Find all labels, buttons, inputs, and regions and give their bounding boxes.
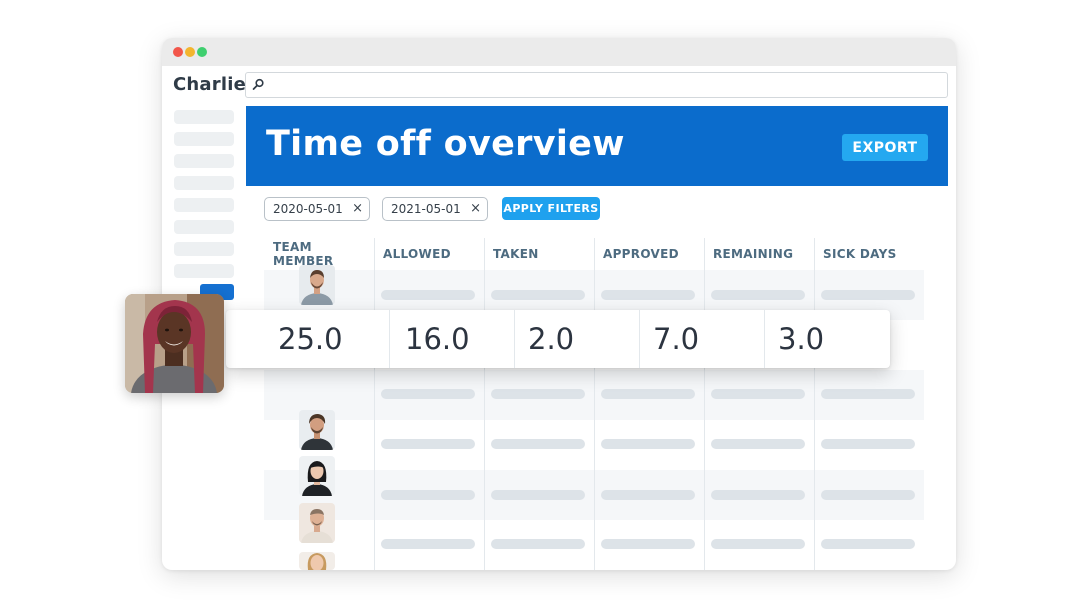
sidebar-item[interactable] bbox=[174, 132, 234, 146]
placeholder-bar bbox=[491, 290, 585, 300]
close-icon[interactable]: × bbox=[352, 201, 363, 216]
avatar bbox=[299, 503, 335, 543]
start-date-filter[interactable]: 2020-05-01 × bbox=[264, 197, 370, 221]
export-button[interactable]: EXPORT bbox=[842, 134, 928, 161]
placeholder-bar bbox=[491, 490, 585, 500]
window-titlebar bbox=[162, 38, 956, 66]
avatar bbox=[299, 456, 335, 496]
column-header-allowed[interactable]: ALLOWED bbox=[374, 238, 484, 270]
placeholder-bar bbox=[491, 389, 585, 399]
close-icon[interactable]: × bbox=[470, 201, 481, 216]
placeholder-bar bbox=[381, 490, 475, 500]
sick-days-value: 3.0 bbox=[778, 322, 825, 356]
sidebar-item[interactable] bbox=[174, 220, 234, 234]
maximize-window-dot[interactable] bbox=[197, 47, 207, 57]
avatar bbox=[299, 552, 335, 570]
page-title: Time off overview bbox=[266, 124, 625, 164]
placeholder-bar bbox=[381, 290, 475, 300]
app-logo: Charlie bbox=[173, 74, 246, 95]
column-header-sick-days[interactable]: SICK DAYS bbox=[814, 238, 924, 270]
column-divider bbox=[594, 238, 595, 570]
avatar-highlighted bbox=[125, 294, 224, 393]
placeholder-bar bbox=[711, 539, 805, 549]
taken-value: 16.0 bbox=[405, 322, 470, 356]
placeholder-bar bbox=[821, 439, 915, 449]
column-divider bbox=[814, 238, 815, 570]
placeholder-bar bbox=[491, 439, 585, 449]
placeholder-bar bbox=[821, 290, 915, 300]
placeholder-bar bbox=[381, 389, 475, 399]
column-header-taken[interactable]: TAKEN bbox=[484, 238, 594, 270]
avatar bbox=[299, 265, 335, 305]
sidebar-item[interactable] bbox=[174, 198, 234, 212]
column-header-remaining[interactable]: REMAINING bbox=[704, 238, 814, 270]
close-window-dot[interactable] bbox=[173, 47, 183, 57]
placeholder-bar bbox=[711, 389, 805, 399]
approved-value: 2.0 bbox=[528, 322, 575, 356]
placeholder-bar bbox=[821, 389, 915, 399]
placeholder-bar bbox=[601, 490, 695, 500]
placeholder-bar bbox=[821, 539, 915, 549]
apply-filters-button[interactable]: APPLY FILTERS bbox=[502, 197, 600, 220]
cell-divider bbox=[389, 310, 390, 368]
end-date-value: 2021-05-01 bbox=[391, 202, 461, 216]
column-divider bbox=[374, 238, 375, 570]
column-header-approved[interactable]: APPROVED bbox=[594, 238, 704, 270]
sidebar-item[interactable] bbox=[174, 110, 234, 124]
placeholder-bar bbox=[381, 539, 475, 549]
placeholder-bar bbox=[711, 490, 805, 500]
placeholder-bar bbox=[601, 290, 695, 300]
column-divider bbox=[484, 238, 485, 570]
search-icon bbox=[252, 78, 264, 90]
sidebar-item[interactable] bbox=[174, 154, 234, 168]
avatar bbox=[299, 410, 335, 450]
sidebar-item[interactable] bbox=[174, 242, 234, 256]
end-date-filter[interactable]: 2021-05-01 × bbox=[382, 197, 488, 221]
placeholder-bar bbox=[601, 389, 695, 399]
start-date-value: 2020-05-01 bbox=[273, 202, 343, 216]
placeholder-bar bbox=[711, 290, 805, 300]
remaining-value: 7.0 bbox=[653, 322, 700, 356]
sidebar-item[interactable] bbox=[174, 264, 234, 278]
placeholder-bar bbox=[491, 539, 585, 549]
search-input[interactable] bbox=[245, 72, 948, 98]
placeholder-bar bbox=[381, 439, 475, 449]
sidebar-item[interactable] bbox=[174, 176, 234, 190]
time-off-table: TEAM MEMBER ALLOWED TAKEN APPROVED REMAI… bbox=[264, 238, 924, 570]
placeholder-bar bbox=[711, 439, 805, 449]
placeholder-bar bbox=[601, 539, 695, 549]
minimize-window-dot[interactable] bbox=[185, 47, 195, 57]
column-divider bbox=[704, 238, 705, 570]
placeholder-bar bbox=[821, 490, 915, 500]
highlighted-row-card[interactable]: 25.0 16.0 2.0 7.0 3.0 bbox=[226, 310, 890, 368]
allowed-value: 25.0 bbox=[278, 322, 343, 356]
page-header: Time off overview EXPORT bbox=[246, 106, 948, 186]
placeholder-bar bbox=[601, 439, 695, 449]
